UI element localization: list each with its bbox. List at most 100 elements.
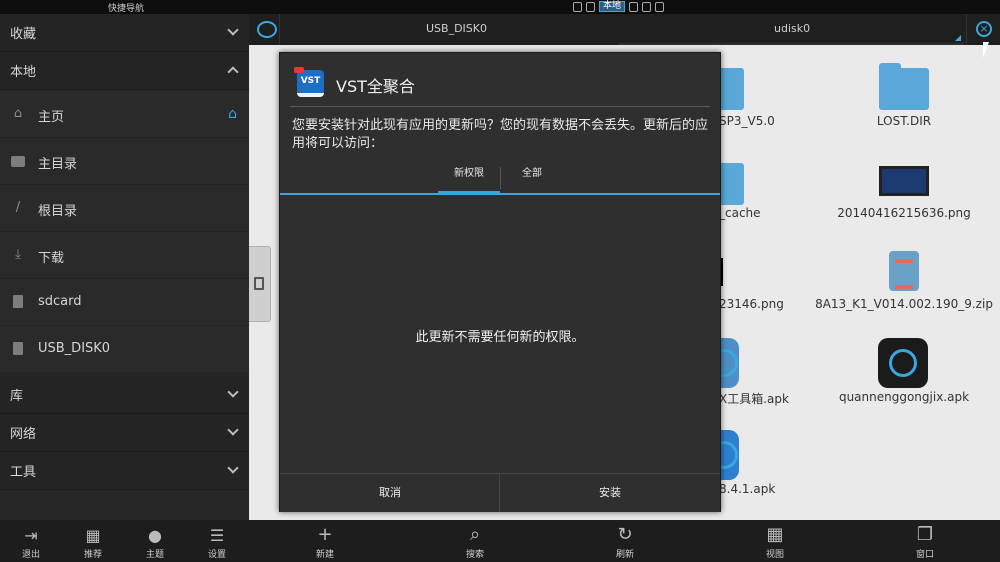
permission-tabs: 新权限 全部 <box>280 161 720 195</box>
view-button[interactable]: ▦ 视图 <box>745 520 805 562</box>
button-label: 退出 <box>21 550 40 560</box>
settings-button[interactable]: ☰ 设置 <box>186 520 248 562</box>
grid-icon: ▦ <box>766 524 784 545</box>
search-button[interactable]: ⌕ 搜索 <box>445 520 505 562</box>
sidebar-item-root[interactable]: / 根目录 <box>0 185 249 232</box>
main-toolbar: + 新建 ⌕ 搜索 ↻ 刷新 ▦ 视图 ❐ 窗口 <box>249 520 1000 562</box>
chevron-down-icon <box>227 386 239 398</box>
usb-icon <box>11 342 25 355</box>
button-label: 设置 <box>207 550 226 560</box>
status-icons: 本地 <box>573 1 665 12</box>
button-label: 搜索 <box>465 550 484 560</box>
mouse-cursor <box>983 42 995 58</box>
install-button[interactable]: 安装 <box>500 474 720 512</box>
refresh-icon: ↻ <box>617 524 633 545</box>
phone-status-icon[interactable] <box>586 1 595 12</box>
button-label: 视图 <box>765 550 784 560</box>
file-label: quannenggongjix.apk <box>838 390 970 404</box>
sdcard-icon <box>11 295 25 308</box>
section-label: 本地 <box>10 65 37 80</box>
close-icon: × <box>976 21 992 37</box>
sidebar-item-label: USB_DISK0 <box>38 341 111 356</box>
sidebar-toolbar: ⇥ 退出 ▦ 推荐 ● 主题 ☰ 设置 <box>0 520 249 562</box>
tab-usb-disk0[interactable]: USB_DISK0 <box>426 22 487 35</box>
button-label: 刷新 <box>615 550 634 560</box>
dialog-message: 您要安装针对此现有应用的更新吗？您的现有数据不会丢失。更新后的应用将可以访问： <box>292 118 709 151</box>
sidebar-section-network[interactable]: 网络 <box>0 414 249 452</box>
file-label: LOST.DIR <box>876 114 932 128</box>
recommend-button[interactable]: ▦ 推荐 <box>62 520 124 562</box>
gift-icon: ▦ <box>85 526 101 545</box>
sliders-icon: ☰ <box>209 526 225 545</box>
refresh-button[interactable]: ↻ 刷新 <box>595 520 655 562</box>
sidebar-item-label: 主页 <box>38 110 65 125</box>
tab-udisk0[interactable]: udisk0 <box>774 22 810 35</box>
sidebar-item-label: 下载 <box>38 251 65 266</box>
sidebar-item-home[interactable]: ⌂ 主页 ⌂ <box>0 91 249 138</box>
status-bar: 快捷导航 本地 <box>0 0 1000 14</box>
home-accent-icon: ⌂ <box>228 106 237 122</box>
sidebar-item-sdcard[interactable]: sdcard <box>0 279 249 326</box>
sidebar-item-download[interactable]: ⤓ 下载 <box>0 232 249 279</box>
new-button[interactable]: + 新建 <box>295 520 355 562</box>
home-status-icon[interactable] <box>573 1 582 12</box>
sdcard-status-icon[interactable] <box>642 1 652 12</box>
file-label: 20140416215636.png <box>837 206 971 220</box>
sidebar: 收藏 本地 ⌂ 主页 ⌂ 主目录 / 根目录 ⤓ 下载 sdcard USB_D… <box>0 14 249 520</box>
tab-corner-indicator <box>955 35 961 41</box>
cancel-button[interactable]: 取消 <box>280 474 500 512</box>
clipboard-icon <box>254 277 264 290</box>
tab-all-permissions[interactable]: 全部 <box>501 161 563 195</box>
sidebar-section-local[interactable]: 本地 <box>0 52 249 90</box>
app-icon <box>878 338 928 388</box>
theme-button[interactable]: ● 主题 <box>124 520 186 562</box>
install-dialog: VST VST全聚合 您要安装针对此现有应用的更新吗？您的现有数据不会丢失。更新… <box>279 52 721 512</box>
sidebar-section-tools[interactable]: 工具 <box>0 452 249 490</box>
sidebar-item-label: sdcard <box>38 294 82 309</box>
dialog-title: VST全聚合 <box>336 77 415 96</box>
window-icon: ❐ <box>916 524 934 545</box>
no-permissions-text: 此更新不需要任何新的权限。 <box>415 330 585 345</box>
button-label: 窗口 <box>915 550 934 560</box>
sidebar-section-library[interactable]: 库 <box>0 376 249 414</box>
sidebar-item-label: 根目录 <box>38 204 78 219</box>
home-icon: ⌂ <box>13 106 23 121</box>
section-label: 网络 <box>10 427 37 442</box>
local-status-label[interactable]: 本地 <box>599 1 626 12</box>
search-icon: ⌕ <box>469 524 481 545</box>
sidebar-item-home-dir[interactable]: 主目录 <box>0 138 249 185</box>
divider <box>290 106 710 107</box>
vst-app-icon: VST <box>294 67 324 97</box>
chevron-down-icon <box>227 24 239 36</box>
section-label: 工具 <box>10 465 37 480</box>
palette-icon: ● <box>148 526 162 545</box>
sidebar-item-label: 主目录 <box>38 157 78 172</box>
cloud-status-icon[interactable] <box>655 1 665 12</box>
exit-button[interactable]: ⇥ 退出 <box>0 520 62 562</box>
exit-icon: ⇥ <box>24 526 38 545</box>
close-tab-button[interactable]: × <box>966 14 1000 45</box>
window-button[interactable]: ❐ 窗口 <box>895 520 955 562</box>
network-icon[interactable] <box>257 21 277 38</box>
button-label: 主题 <box>145 550 164 560</box>
quick-nav-label[interactable]: 快捷导航 <box>108 1 144 14</box>
chevron-down-icon <box>227 424 239 436</box>
sidebar-section-favorites[interactable]: 收藏 <box>0 14 249 52</box>
zip-icon <box>889 251 919 291</box>
clipboard-handle[interactable] <box>249 246 271 322</box>
device-status-icon[interactable] <box>629 1 639 12</box>
file-label: 8A13_K1_V014.002.190_9.zip <box>815 297 993 311</box>
slash-icon: / <box>15 200 21 215</box>
chevron-down-icon <box>227 462 239 474</box>
sidebar-item-usb[interactable]: USB_DISK0 <box>0 326 249 373</box>
folder-icon <box>11 154 25 167</box>
button-label: 推荐 <box>83 550 102 560</box>
button-label: 新建 <box>315 550 334 560</box>
download-icon: ⤓ <box>15 247 21 262</box>
plus-icon: + <box>317 524 333 545</box>
window-tabs: USB_DISK0 udisk0 × <box>249 14 1000 45</box>
tab-underline <box>280 193 720 195</box>
section-label: 库 <box>10 389 24 404</box>
divider <box>279 14 280 45</box>
tab-new-permissions[interactable]: 新权限 <box>438 161 500 195</box>
